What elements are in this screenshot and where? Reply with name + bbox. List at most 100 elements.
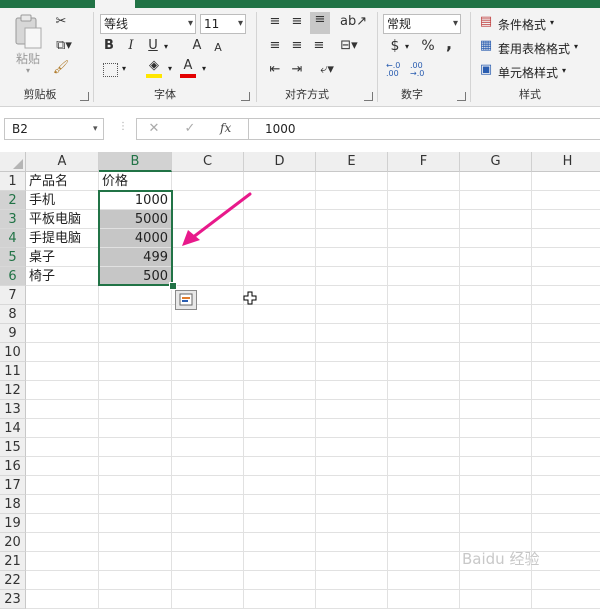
- cell[interactable]: [388, 514, 460, 533]
- cell[interactable]: [388, 343, 460, 362]
- cell[interactable]: [172, 514, 244, 533]
- cancel-icon[interactable]: ✕: [146, 121, 162, 137]
- cell[interactable]: [316, 248, 388, 267]
- cell[interactable]: [532, 514, 600, 533]
- cell[interactable]: [388, 571, 460, 590]
- row-header[interactable]: 15: [0, 438, 26, 457]
- cell[interactable]: [532, 267, 600, 286]
- chevron-down-icon[interactable]: ▾: [405, 42, 409, 51]
- number-launcher-icon[interactable]: [457, 92, 466, 101]
- cell[interactable]: [460, 362, 532, 381]
- copy-icon[interactable]: ⧉▾: [52, 38, 76, 54]
- cell[interactable]: [99, 419, 172, 438]
- cell[interactable]: [244, 571, 316, 590]
- row-header[interactable]: 1: [0, 172, 26, 191]
- cell[interactable]: [388, 495, 460, 514]
- cell[interactable]: [388, 552, 460, 571]
- align-left-icon[interactable]: ≡: [266, 38, 284, 54]
- cell[interactable]: [244, 343, 316, 362]
- insert-function-button[interactable]: fx: [220, 121, 231, 135]
- decrease-decimal-button[interactable]: .00 →.0: [410, 62, 432, 78]
- row-header[interactable]: 5: [0, 248, 26, 267]
- cell[interactable]: [316, 210, 388, 229]
- row-header[interactable]: 22: [0, 571, 26, 590]
- column-header[interactable]: F: [388, 152, 460, 172]
- row-header[interactable]: 9: [0, 324, 26, 343]
- font-launcher-icon[interactable]: [241, 92, 250, 101]
- cell[interactable]: [172, 324, 244, 343]
- cell[interactable]: [99, 514, 172, 533]
- increase-decimal-button[interactable]: ←.0 .00: [386, 62, 408, 78]
- cell[interactable]: [532, 476, 600, 495]
- column-header[interactable]: H: [532, 152, 600, 172]
- align-center-icon[interactable]: ≡: [288, 38, 306, 54]
- cell[interactable]: [172, 400, 244, 419]
- cell[interactable]: [99, 457, 172, 476]
- cell[interactable]: [172, 438, 244, 457]
- cell[interactable]: [532, 229, 600, 248]
- chevron-down-icon[interactable]: ▾: [202, 64, 206, 73]
- cell[interactable]: [388, 286, 460, 305]
- cell[interactable]: [316, 438, 388, 457]
- cell[interactable]: [26, 457, 99, 476]
- merge-cells-icon[interactable]: ⊟▾: [336, 38, 362, 54]
- cell[interactable]: [460, 191, 532, 210]
- cell[interactable]: [532, 457, 600, 476]
- font-name-combo[interactable]: 等线 ▾: [100, 14, 196, 34]
- cell[interactable]: [244, 514, 316, 533]
- cell[interactable]: [460, 248, 532, 267]
- cell[interactable]: [26, 495, 99, 514]
- cell[interactable]: [316, 533, 388, 552]
- row-header[interactable]: 20: [0, 533, 26, 552]
- cell[interactable]: [99, 533, 172, 552]
- format-painter-icon[interactable]: 🖌: [52, 60, 70, 76]
- cell[interactable]: [26, 476, 99, 495]
- cell[interactable]: [99, 571, 172, 590]
- cell[interactable]: [99, 476, 172, 495]
- cell[interactable]: [172, 343, 244, 362]
- name-box[interactable]: B2 ▾: [4, 118, 104, 140]
- cell[interactable]: [316, 286, 388, 305]
- cell[interactable]: [26, 400, 99, 419]
- cell[interactable]: 平板电脑: [26, 210, 99, 229]
- cell[interactable]: [316, 495, 388, 514]
- cell[interactable]: [388, 438, 460, 457]
- cell[interactable]: [244, 476, 316, 495]
- cell[interactable]: [172, 381, 244, 400]
- row-header[interactable]: 12: [0, 381, 26, 400]
- cell[interactable]: [316, 514, 388, 533]
- cell[interactable]: [172, 362, 244, 381]
- font-size-combo[interactable]: 11 ▾: [200, 14, 246, 34]
- format-as-table-button[interactable]: ▦ 套用表格格式 ▾: [478, 38, 598, 58]
- cell[interactable]: [172, 457, 244, 476]
- cell[interactable]: [532, 324, 600, 343]
- cell[interactable]: 桌子: [26, 248, 99, 267]
- decrease-indent-icon[interactable]: ⇤: [266, 62, 284, 78]
- fill-color-button[interactable]: ◈: [146, 58, 164, 78]
- cell[interactable]: [26, 438, 99, 457]
- cell[interactable]: [99, 286, 172, 305]
- cell[interactable]: [26, 343, 99, 362]
- cell[interactable]: [460, 495, 532, 514]
- cell[interactable]: [316, 172, 388, 191]
- alignment-launcher-icon[interactable]: [364, 92, 373, 101]
- cell[interactable]: [388, 476, 460, 495]
- cell[interactable]: [244, 381, 316, 400]
- cell[interactable]: [316, 305, 388, 324]
- cell[interactable]: [316, 552, 388, 571]
- cell[interactable]: [388, 324, 460, 343]
- cell[interactable]: [532, 286, 600, 305]
- cell[interactable]: [26, 533, 99, 552]
- row-header[interactable]: 18: [0, 495, 26, 514]
- row-header[interactable]: 17: [0, 476, 26, 495]
- align-middle-icon[interactable]: ≡: [288, 14, 306, 30]
- cell[interactable]: [99, 438, 172, 457]
- align-top-icon[interactable]: ≡: [266, 14, 284, 30]
- cell[interactable]: [172, 267, 244, 286]
- column-header[interactable]: E: [316, 152, 388, 172]
- cell[interactable]: [388, 400, 460, 419]
- cell[interactable]: [316, 457, 388, 476]
- cell[interactable]: 产品名: [26, 172, 99, 191]
- cell[interactable]: [26, 324, 99, 343]
- cell[interactable]: [388, 305, 460, 324]
